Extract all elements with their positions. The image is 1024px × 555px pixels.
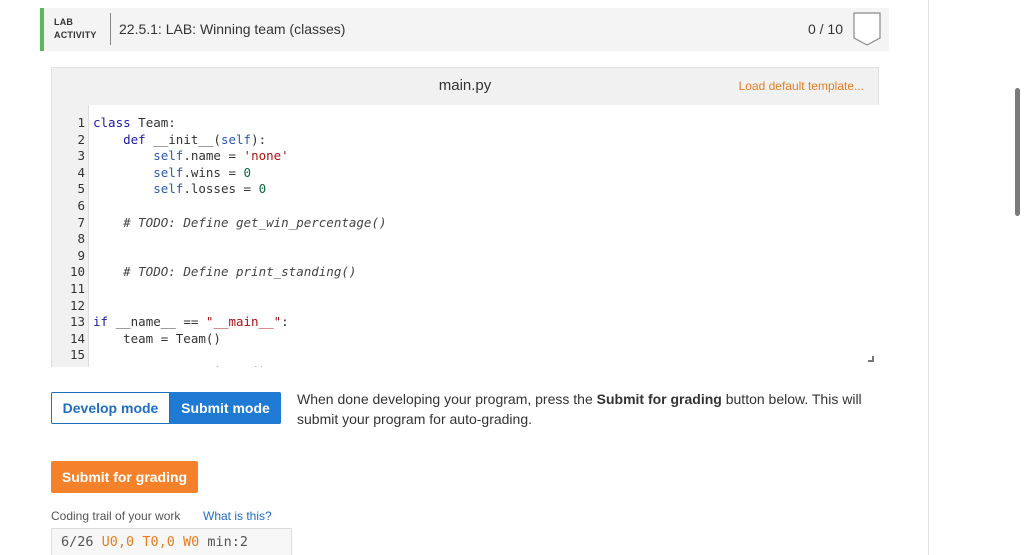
code-text[interactable]: # TODO: Define print_standing() (93, 263, 356, 280)
lab-activity-tag: LAB ACTIVITY (54, 16, 97, 42)
code-text[interactable]: # TODO: Define get_win_percentage() (93, 214, 386, 231)
line-number: 6 (77, 198, 85, 213)
develop-mode-button[interactable]: Develop mode (51, 392, 170, 424)
code-editor: main.py Load default template... 1 class … (51, 67, 879, 367)
code-text[interactable]: self.losses = 0 (93, 180, 266, 197)
line-number: 16 (53, 363, 85, 367)
trail-w: W0 (182, 534, 200, 550)
lab-header: LAB ACTIVITY 22.5.1: LAB: Winning team (… (40, 8, 889, 51)
score-badge-icon (853, 12, 881, 46)
line-number: 4 (77, 164, 85, 180)
line-number: 12 (69, 297, 85, 313)
code-line[interactable]: 15 (53, 346, 879, 363)
code-line[interactable]: 12 (53, 297, 879, 314)
line-number: 10 (69, 264, 85, 280)
code-text[interactable]: self.wins = 0 (93, 164, 251, 181)
submit-instructions: When done developing your program, press… (297, 389, 872, 429)
trail-min: min:2 (207, 534, 249, 550)
submit-mode-button[interactable]: Submit mode (170, 392, 281, 424)
line-number: 3 (77, 148, 85, 164)
code-area[interactable]: 1 class Team: 2 def __init__(self): 3 self.… (53, 105, 879, 367)
lab-score: 0 / 10 (807, 21, 843, 37)
page-scrollbar[interactable] (1015, 88, 1020, 216)
trail-count: 6/26 (61, 534, 94, 550)
code-text[interactable]: self.name = 'none' (93, 147, 288, 164)
line-number: 7 (77, 214, 85, 230)
code-line[interactable]: 13 if __name__ == "__main__": (53, 313, 879, 330)
code-line[interactable]: 8 (53, 230, 879, 247)
code-text[interactable]: if __name__ == "__main__": (93, 313, 289, 330)
lab-tag-line1: LAB (54, 17, 74, 27)
line-number: 14 (69, 330, 85, 346)
trail-u: U0,0 (101, 534, 135, 550)
code-line[interactable]: 2 def __init__(self): (53, 131, 879, 148)
code-text[interactable]: user_name = input() (93, 363, 266, 367)
coding-trail-label: Coding trail of your work (51, 509, 181, 523)
submit-for-grading-button[interactable]: Submit for grading (51, 461, 198, 493)
line-number: 8 (77, 231, 85, 247)
code-line[interactable]: 5 self.losses = 0 (53, 180, 879, 197)
load-default-template-link[interactable]: Load default template... (739, 79, 864, 93)
code-text[interactable]: class Team: (93, 114, 176, 131)
code-line[interactable]: 9 (53, 247, 879, 264)
right-gutter (928, 0, 1024, 555)
code-line[interactable]: 1 class Team: (53, 114, 879, 131)
coding-trail-box: 6/26 U0,0 T0,0 W0 min:2 (51, 528, 292, 555)
header-divider (110, 13, 111, 45)
line-number: 2 (77, 131, 85, 147)
code-line[interactable]: 11 (53, 280, 879, 297)
code-line[interactable]: 10 # TODO: Define print_standing() (53, 263, 879, 280)
line-number: 9 (77, 247, 85, 263)
note-text-before: When done developing your program, press… (297, 391, 597, 407)
trail-t: T0,0 (142, 534, 175, 550)
code-line[interactable]: 7 # TODO: Define get_win_percentage() (53, 214, 879, 231)
lab-tag-line2: ACTIVITY (54, 30, 97, 40)
code-line[interactable]: 3 self.name = 'none' (53, 147, 879, 164)
code-line[interactable]: 16 user_name = input() (53, 363, 879, 367)
resize-handle-icon[interactable] (868, 356, 874, 362)
lab-title: 22.5.1: LAB: Winning team (classes) (119, 21, 346, 37)
what-is-this-link[interactable]: What is this? (203, 509, 272, 523)
code-line[interactable]: 4 self.wins = 0 (53, 164, 879, 181)
line-number: 13 (69, 314, 85, 330)
note-text-bold: Submit for grading (596, 391, 722, 407)
code-line[interactable]: 14 team = Team() (53, 330, 879, 347)
line-number: 5 (77, 181, 85, 197)
mode-toggle: Develop mode Submit mode (51, 392, 281, 424)
editor-toolbar: main.py Load default template... (52, 68, 878, 104)
line-number: 1 (77, 115, 85, 130)
code-text[interactable]: def __init__(self): (93, 131, 266, 148)
code-line[interactable]: 6 (53, 197, 879, 214)
code-text[interactable]: team = Team() (93, 330, 221, 347)
line-number: 11 (69, 281, 85, 296)
line-number: 15 (69, 347, 85, 363)
